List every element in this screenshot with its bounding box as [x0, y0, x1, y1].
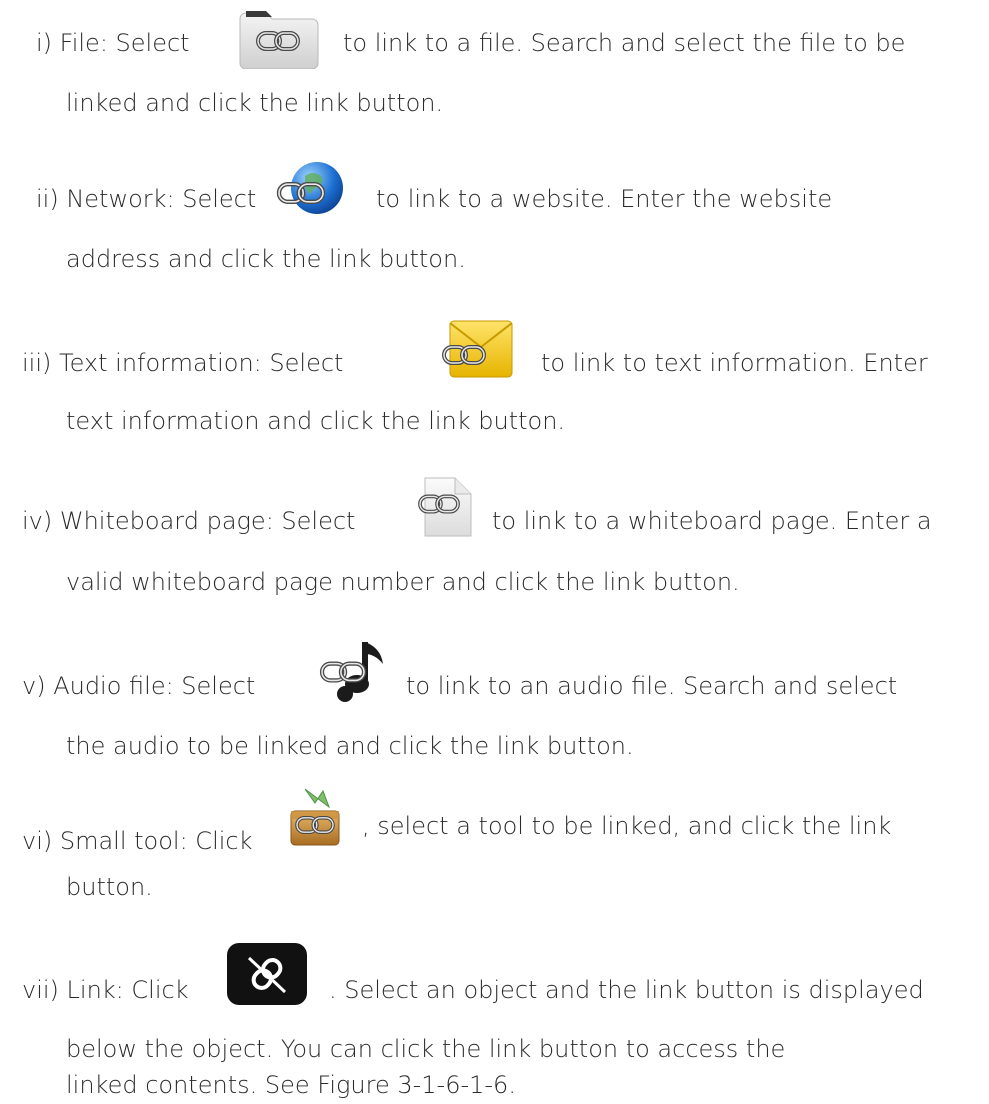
item-7-line-3: linked contents. See Figure 3-1-6-1-6. — [66, 1071, 516, 1099]
item-6-line-1-rest: , select a tool to be linked, and click … — [362, 812, 892, 840]
item-7-line-1: vii) Link: Click — [22, 976, 189, 1004]
audio-link-icon[interactable] — [313, 636, 391, 710]
item-7-line-2: below the object. You can click the link… — [66, 1035, 786, 1063]
toolbox-link-icon[interactable] — [277, 781, 349, 853]
item-3-line-1-rest: to link to text information. Enter — [541, 349, 928, 377]
envelope-link-icon[interactable] — [430, 317, 515, 381]
item-1-line-1: i) File: Select — [36, 27, 190, 58]
item-3-line-2: text information and click the link butt… — [66, 407, 566, 435]
item-5-line-1: v) Audio file: Select — [22, 672, 256, 700]
item-5-line-2: the audio to be linked and click the lin… — [66, 732, 634, 760]
page-link-icon[interactable] — [405, 474, 477, 540]
item-4-line-2: valid whiteboard page number and click t… — [66, 568, 740, 596]
item-7-line-1-rest: . Select an object and the link button i… — [329, 976, 924, 1004]
item-2-line-1: ii) Network: Select — [36, 185, 257, 213]
item-6-line-1: vi) Small tool: Click — [22, 827, 253, 855]
link-button-icon[interactable] — [219, 940, 315, 1010]
item-1-line-2: linked and click the link button. — [66, 89, 444, 117]
item-4-line-1: iv) Whiteboard page: Select — [22, 507, 356, 535]
item-1-line-1-rest: to link to a file. Search and select the… — [343, 29, 906, 57]
folder-link-icon[interactable] — [232, 9, 324, 69]
item-6-line-2: button. — [66, 873, 153, 901]
item-5-line-1-rest: to link to an audio file. Search and sel… — [406, 672, 898, 700]
item-4-line-1-rest: to link to a whiteboard page. Enter a — [492, 507, 932, 535]
item-2-line-2: address and click the link button. — [66, 245, 466, 273]
item-1-label: i) File: Select — [36, 29, 190, 57]
item-2-line-1-rest: to link to a website. Enter the website — [376, 185, 833, 213]
globe-link-icon[interactable] — [275, 158, 345, 228]
item-3-line-1: iii) Text information: Select — [22, 349, 344, 377]
